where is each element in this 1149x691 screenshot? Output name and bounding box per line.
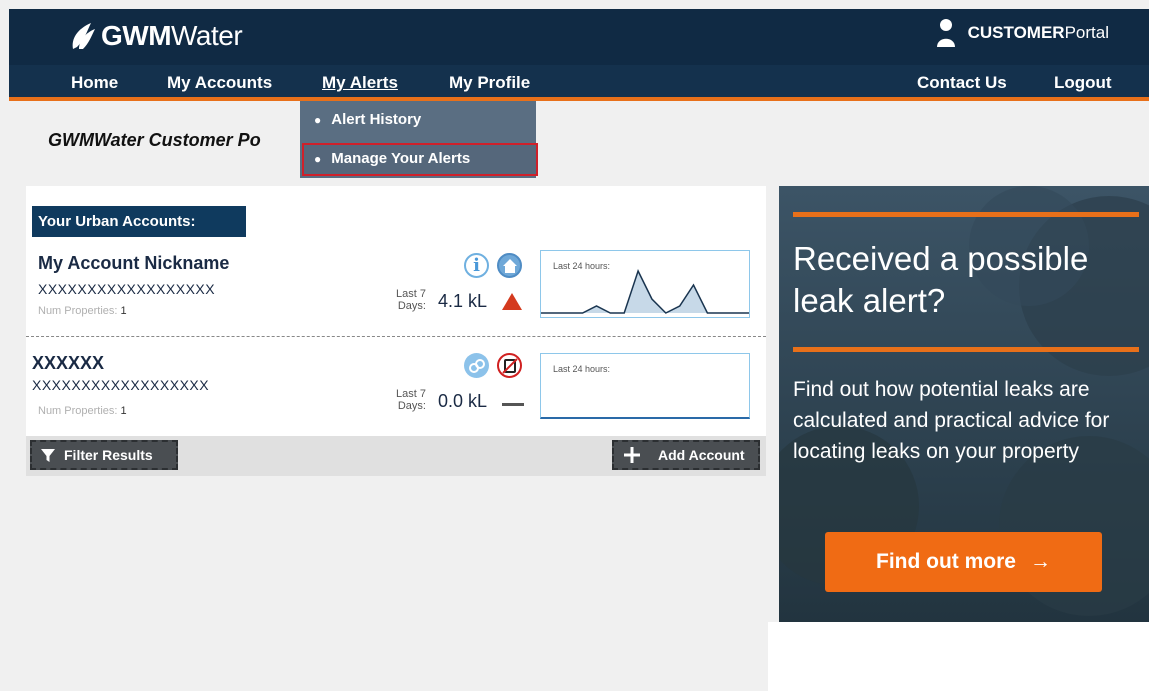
info-icon[interactable]: i xyxy=(464,253,489,278)
user-icon xyxy=(936,19,955,47)
nav-my-alerts[interactable]: My Alerts xyxy=(322,73,398,93)
nav-contact-us[interactable]: Contact Us xyxy=(917,73,1007,93)
account-number: XXXXXXXXXXXXXXXXXX xyxy=(38,281,216,297)
ad-title: Received a possible leak alert? xyxy=(793,240,1089,319)
site-header: GWMWater CUSTOMERPortal xyxy=(9,9,1149,65)
page-title: GWMWater Customer Po xyxy=(48,130,261,150)
logo-text: GWMWater xyxy=(101,20,243,51)
accent-line xyxy=(793,212,1139,217)
menu-item-alert-history[interactable]: ● Alert History xyxy=(314,111,421,128)
account-row[interactable]: XXXXXX XXXXXXXXXXXXXXXXXX Num Properties… xyxy=(26,341,766,441)
sparkline-label: Last 24 hours: xyxy=(553,364,611,374)
account-row[interactable]: My Account Nickname XXXXXXXXXXXXXXXXXX N… xyxy=(26,241,766,341)
arrow-right-icon: → xyxy=(1030,550,1051,573)
main-nav: Home My Accounts My Alerts My Profile Co… xyxy=(9,65,1149,101)
nav-logout[interactable]: Logout xyxy=(1054,73,1112,93)
plus-icon xyxy=(624,447,640,463)
gwmwater-logo[interactable]: GWMWater xyxy=(67,20,243,52)
nav-my-accounts[interactable]: My Accounts xyxy=(167,73,272,93)
usage-value: 4.1 kL xyxy=(438,291,488,311)
sparkline-area xyxy=(541,271,749,313)
leaf-logo-icon xyxy=(72,23,95,49)
find-out-more-button[interactable]: Find out more → xyxy=(825,532,1102,592)
num-properties: Num Properties: 1 xyxy=(38,305,127,317)
divider xyxy=(26,336,766,337)
usage-sparkline[interactable]: Last 24 hours: xyxy=(540,250,750,318)
nav-my-profile[interactable]: My Profile xyxy=(449,73,530,93)
alerts-dropdown-menu: ● Alert History ● Manage Your Alerts xyxy=(300,101,538,178)
leak-alert-ad: Received a possible leak alert? Find out… xyxy=(779,186,1149,622)
usage-sparkline[interactable]: Last 24 hours: xyxy=(540,353,750,419)
section-heading: Your Urban Accounts: xyxy=(32,206,246,237)
usage-value: 0.0 kL xyxy=(438,391,488,411)
nav-home[interactable]: Home xyxy=(71,73,118,93)
account-number: XXXXXXXXXXXXXXXXXX xyxy=(32,377,210,393)
blank-area xyxy=(768,622,1149,691)
no-meter-icon[interactable] xyxy=(497,353,522,378)
link-icon[interactable] xyxy=(464,353,489,378)
home-icon[interactable] xyxy=(497,253,522,278)
accent-line xyxy=(793,347,1139,352)
account-name[interactable]: My Account Nickname xyxy=(38,253,229,274)
accounts-panel: Your Urban Accounts: My Account Nickname… xyxy=(26,186,766,476)
last-7-days-label: Last 7 Days: xyxy=(396,288,426,312)
account-name[interactable]: XXXXXX xyxy=(32,353,104,374)
last-7-days-label: Last 7 Days: xyxy=(396,388,426,412)
num-properties: Num Properties: 1 xyxy=(38,405,127,417)
sparkline-chart xyxy=(541,269,749,314)
trend-up-icon xyxy=(502,293,522,310)
trend-flat-icon xyxy=(502,403,524,406)
ad-body: Find out how potential leaks are calcula… xyxy=(793,378,1110,463)
customer-portal-label: CUSTOMERPortal xyxy=(936,18,1109,48)
filter-results-button[interactable]: Filter Results xyxy=(30,440,178,470)
filter-icon xyxy=(41,449,55,462)
add-account-button[interactable]: Add Account xyxy=(612,440,760,470)
menu-item-manage-alerts[interactable]: ● Manage Your Alerts xyxy=(314,150,470,167)
panel-footer: Filter Results Add Account xyxy=(26,436,766,476)
